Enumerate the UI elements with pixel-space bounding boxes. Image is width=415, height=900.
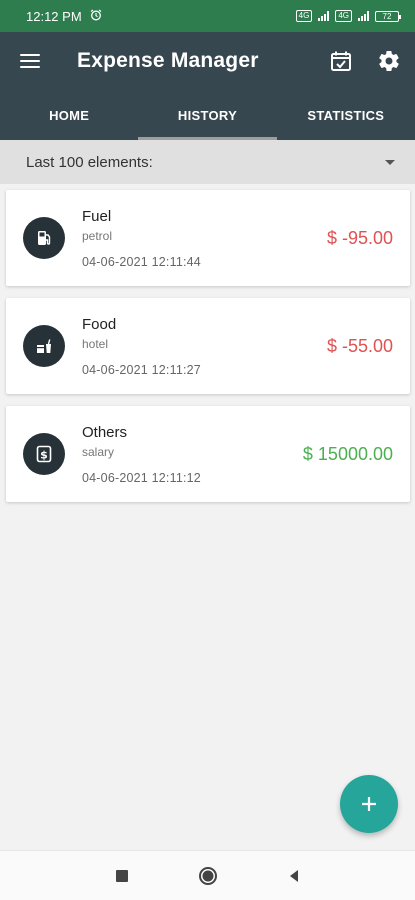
tab-history[interactable]: HISTORY (138, 90, 277, 140)
status-bar: 12:12 PM 4G 4G 72 (0, 0, 415, 32)
settings-icon (379, 51, 399, 72)
transaction-datetime: 04-06-2021 12:11:27 (82, 362, 201, 377)
back-triangle-icon (289, 869, 298, 882)
square-icon (115, 869, 128, 882)
transaction-card[interactable]: Fuel petrol 04-06-2021 12:11:44 $ -95.00 (6, 190, 410, 286)
transaction-category: Others (82, 423, 128, 441)
sim1-badge: 4G (295, 10, 313, 22)
settings-button[interactable] (365, 32, 413, 90)
signal-icon (318, 11, 330, 21)
status-left: 12:12 PM (26, 9, 102, 24)
recents-button[interactable] (110, 864, 134, 888)
transaction-card[interactable]: $ Others salary 04-06-2021 12:11:12 $ 15… (6, 406, 410, 502)
calendar-check-icon (331, 51, 351, 71)
battery-icon: 72 (375, 10, 401, 22)
transaction-datetime: 04-06-2021 12:11:12 (82, 470, 201, 485)
home-button[interactable] (196, 864, 220, 888)
calendar-button[interactable] (317, 32, 365, 90)
system-nav-bar (0, 850, 415, 900)
status-time: 12:12 PM (26, 8, 82, 24)
app-bar: Expense Manager (0, 32, 415, 90)
transaction-list: Fuel petrol 04-06-2021 12:11:44 $ -95.00… (6, 190, 410, 514)
transaction-amount: $ 15000.00 (302, 444, 393, 464)
dollar-icon: $ (23, 433, 65, 475)
transaction-category: Food (82, 315, 117, 333)
tab-bar: HOME HISTORY STATISTICS (0, 90, 415, 140)
menu-icon (20, 54, 40, 68)
alarm-icon (90, 9, 102, 24)
plus-icon (362, 797, 376, 811)
app-title: Expense Manager (77, 49, 259, 72)
svg-text:$: $ (40, 449, 48, 462)
sim2-badge: 4G (335, 10, 352, 22)
transaction-amount: $ -95.00 (326, 228, 393, 248)
filter-dropdown[interactable]: Last 100 elements: (0, 140, 415, 184)
food-icon (23, 325, 65, 367)
tab-statistics[interactable]: STATISTICS (277, 90, 415, 140)
menu-button[interactable] (0, 32, 60, 90)
add-transaction-button[interactable] (340, 775, 398, 833)
transaction-category: Fuel (82, 207, 112, 225)
back-button[interactable] (282, 864, 306, 888)
status-right: 4G 4G 72 (295, 10, 401, 22)
dropdown-arrow-icon (385, 159, 395, 165)
transaction-card[interactable]: Food hotel 04-06-2021 12:11:27 $ -55.00 (6, 298, 410, 394)
tab-home[interactable]: HOME (0, 90, 138, 140)
transaction-amount: $ -55.00 (326, 336, 393, 356)
filter-label: Last 100 elements: (26, 153, 153, 171)
fuel-icon (23, 217, 65, 259)
signal-icon (358, 11, 369, 21)
battery-level: 72 (382, 11, 392, 21)
circle-icon (198, 866, 217, 885)
transaction-datetime: 04-06-2021 12:11:44 (82, 254, 201, 269)
